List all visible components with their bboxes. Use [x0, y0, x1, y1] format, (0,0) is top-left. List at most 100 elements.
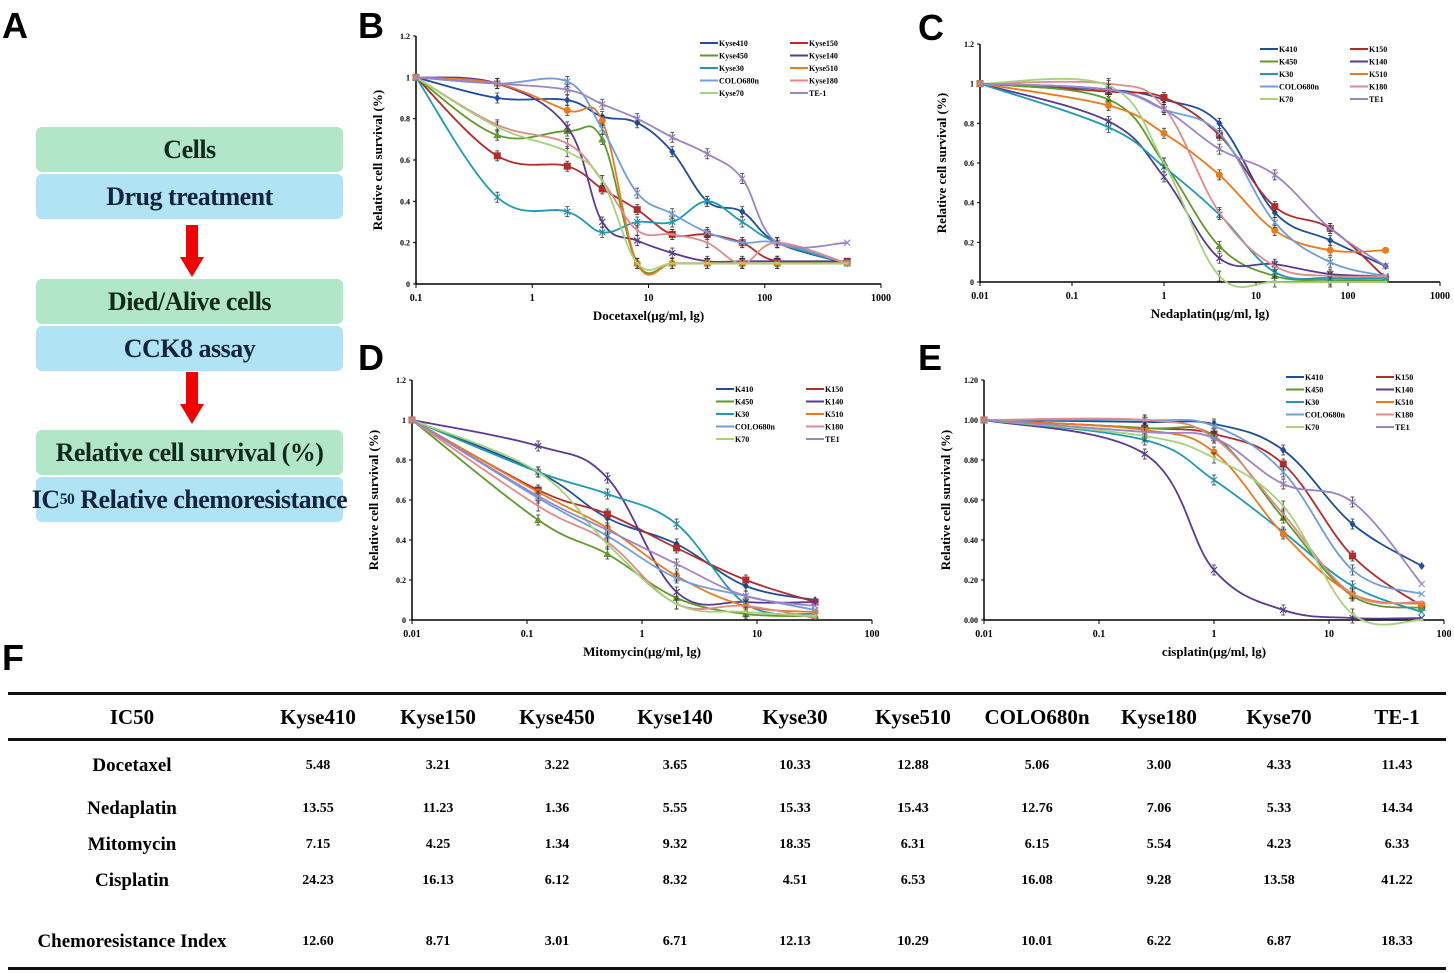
- table-row: Mitomycin 7.15 4.25 1.34 9.32 18.35 6.31 6.15 5.…: [8, 833, 1446, 857]
- table-cell: 16.08: [1021, 873, 1053, 888]
- legend-item: K70: [1286, 423, 1319, 432]
- data-point: [739, 207, 746, 216]
- legend-label: K450: [1279, 58, 1297, 67]
- table-row: Chemoresistance Index 12.60 8.71 3.01 6.71 12…: [8, 930, 1446, 954]
- legend-label: K180: [1369, 83, 1387, 92]
- x-tick-label: 0.01: [403, 629, 421, 640]
- x-tick-label: 1: [640, 629, 645, 640]
- flow-step-cells: Cells: [36, 127, 343, 172]
- arrow-down-icon: [180, 225, 204, 277]
- legend-label: K450: [735, 398, 753, 407]
- series-line: [983, 418, 1423, 595]
- table-row-label: Docetaxel: [92, 755, 172, 776]
- series-kyse180: [978, 78, 1388, 282]
- y-tick-label: 1: [406, 73, 410, 82]
- data-point: [1384, 274, 1388, 278]
- data-point: [1418, 580, 1426, 588]
- legend-label: K30: [1279, 70, 1293, 79]
- y-tick-label: 0.2: [396, 576, 406, 585]
- legend-label: K70: [735, 435, 749, 444]
- data-point: [1350, 612, 1354, 616]
- legend-item: Kyse450: [700, 52, 748, 61]
- x-tick-label: 10: [1324, 629, 1334, 640]
- legend-item: K180: [1350, 83, 1387, 92]
- series-line: [415, 76, 848, 265]
- table-cell: 12.60: [302, 934, 334, 949]
- data-point: [565, 141, 569, 145]
- arrow-down-icon: [180, 372, 204, 424]
- flow-step-relative-survival: Relative cell survival (%): [36, 430, 343, 475]
- table-cell: 5.54: [1146, 837, 1172, 852]
- legend-label: TE1: [825, 435, 840, 444]
- table-cell: 18.33: [1381, 934, 1413, 949]
- legend-item: COLO680n: [1286, 411, 1346, 420]
- table-cell: 5.48: [305, 758, 331, 773]
- table-header-cell: TE-1: [1374, 704, 1420, 729]
- legend: Kyse410 Kyse150 Kyse450 Kyse140 Kyse30 Kyse51…: [700, 39, 838, 98]
- legend-label: COLO680n: [719, 77, 760, 86]
- flow-step-died-alive-cells: Died/Alive cells: [36, 279, 343, 324]
- x-tick-label: 100: [757, 293, 772, 304]
- data-point: [813, 614, 817, 618]
- series-line: [415, 76, 848, 265]
- x-tick-label: 1: [530, 293, 535, 304]
- table-header-cell: Kyse450: [519, 704, 595, 729]
- legend-item: TE1: [806, 435, 840, 444]
- legend-label: K140: [1369, 58, 1387, 67]
- legend-item: COLO680n: [716, 423, 776, 432]
- legend-item: K70: [716, 435, 749, 444]
- data-point: [1281, 504, 1285, 508]
- legend-item: K510: [1376, 398, 1413, 407]
- x-axis-title: Docetaxel(μg/ml, lg): [593, 308, 704, 323]
- chart-svg: 0 0.2 0.4 0.6 0.8 1 1.2 0.01 0.1 1 10 100 Mitomycin(…: [366, 376, 880, 659]
- table-cell: 6.53: [900, 873, 926, 888]
- series-kyse150: [980, 416, 1426, 610]
- series-line: [411, 419, 816, 601]
- table-header-cell: Kyse410: [280, 704, 356, 729]
- data-point: [1420, 600, 1424, 604]
- series-line: [983, 419, 1423, 613]
- y-tick-label: 0.20: [964, 576, 978, 585]
- x-tick-label: 100: [865, 629, 880, 640]
- data-point: [563, 106, 571, 114]
- data-point: [563, 162, 571, 170]
- legend-label: Kyse410: [719, 39, 748, 48]
- data-point: [1217, 211, 1221, 215]
- table-cell: 12.76: [1021, 801, 1053, 816]
- legend-item: Kyse180: [790, 77, 838, 86]
- chart-nedaplatin: 0 0.2 0.4 0.6 0.8 1 1.2 0.01 0.1 1 10 100 1000 Nedapl…: [920, 38, 1454, 333]
- series-line: [415, 76, 848, 264]
- panel-label-e: E: [918, 337, 943, 378]
- y-tick-label: 0.4: [396, 536, 406, 545]
- data-point: [1271, 203, 1279, 211]
- series-line: [979, 82, 1386, 277]
- data-point: [536, 504, 540, 508]
- data-point: [670, 261, 674, 265]
- series-line: [415, 76, 848, 263]
- legend-item: K150: [1376, 373, 1413, 382]
- legend-label: Kyse70: [719, 89, 744, 98]
- table-cell: 4.23: [1266, 837, 1292, 852]
- legend-item: K450: [1286, 386, 1323, 395]
- legend-label: K510: [1395, 398, 1413, 407]
- panel-label-d: D: [358, 337, 384, 378]
- legend-label: Kyse150: [809, 39, 838, 48]
- legend-item: Kyse30: [700, 64, 744, 73]
- x-tick-label: 1: [1212, 629, 1217, 640]
- table-header-cell: Kyse30: [762, 704, 828, 729]
- table-row-label: Mitomycin: [87, 834, 177, 855]
- y-tick-label: 1.2: [964, 40, 974, 49]
- table-header-row: IC50 Kyse410 Kyse150 Kyse450 Kyse140 Kyse30 Ky…: [8, 698, 1446, 736]
- series-te-1: [412, 73, 851, 249]
- data-point: [1420, 618, 1424, 622]
- table-row-label: Cisplatin: [95, 870, 169, 891]
- table-rule-bottom: [8, 967, 1446, 970]
- legend-item: K140: [806, 398, 843, 407]
- table-row-label: Chemoresistance Index: [37, 931, 227, 952]
- table-cell: 9.32: [662, 837, 688, 852]
- data-point: [1160, 129, 1168, 137]
- table-cell: 14.34: [1381, 801, 1413, 816]
- legend-item: K150: [806, 385, 843, 394]
- legend-item: K450: [1260, 58, 1297, 67]
- table-cell: 8.32: [662, 873, 688, 888]
